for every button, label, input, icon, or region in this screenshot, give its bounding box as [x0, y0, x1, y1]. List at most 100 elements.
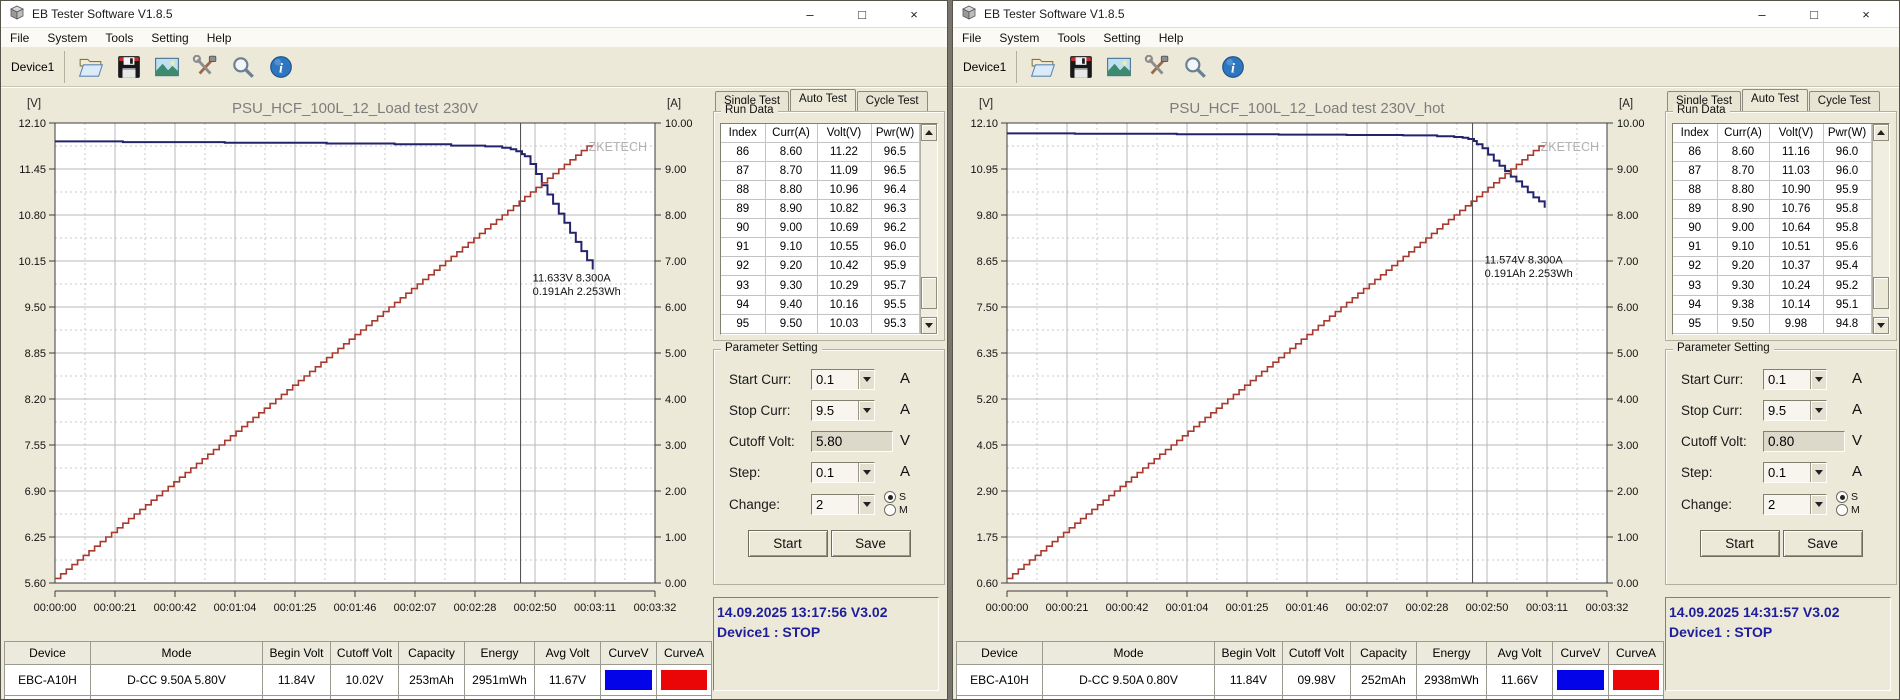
dropdown-arrow-icon[interactable] — [1810, 463, 1826, 482]
app-logo-icon — [9, 5, 25, 24]
zoom-button[interactable] — [1179, 52, 1211, 82]
summary-column-header: CurveA — [1608, 641, 1664, 665]
step-select[interactable]: 0.1 — [811, 462, 875, 483]
stop-curr-select[interactable]: 9.5 — [1763, 400, 1827, 421]
change-select[interactable]: 2 — [1763, 494, 1827, 515]
dropdown-arrow-icon[interactable] — [858, 463, 874, 482]
info-button[interactable]: i — [1217, 52, 1249, 82]
zoom-button[interactable] — [227, 52, 259, 82]
export-image-button[interactable] — [1103, 52, 1135, 82]
parameter-setting-legend: Parameter Setting — [721, 342, 822, 354]
open-folder-icon — [79, 58, 104, 77]
maximize-button[interactable]: □ — [851, 7, 873, 22]
dropdown-arrow-icon[interactable] — [858, 370, 874, 389]
menu-file[interactable]: File — [1, 31, 38, 45]
scrollbar[interactable] — [1871, 124, 1889, 334]
menu-tools[interactable]: Tools — [96, 31, 142, 45]
chart[interactable]: PSU_HCF_100L_12_Load test 230V [V] [A] 12.1… — [1, 85, 711, 633]
scroll-down-button[interactable] — [920, 317, 937, 334]
save-button[interactable]: Save — [1782, 530, 1863, 557]
close-button[interactable]: × — [1855, 7, 1877, 22]
menu-setting[interactable]: Setting — [1094, 31, 1149, 45]
cutoff-volt-input[interactable]: 0.80 — [1763, 431, 1845, 452]
menu-help[interactable]: Help — [198, 31, 241, 45]
minimize-button[interactable]: – — [1751, 7, 1773, 22]
chart[interactable]: PSU_HCF_100L_12_Load test 230V_hot [V] [A]… — [953, 85, 1663, 633]
tab-auto-test[interactable]: Auto Test — [1742, 89, 1808, 111]
minimize-button[interactable]: – — [799, 7, 821, 22]
cutoff-volt-input[interactable]: 5.80 — [811, 431, 893, 452]
table-row: 89 8.90 10.76 95.8 — [1673, 199, 1872, 220]
maximize-button[interactable]: □ — [1803, 7, 1825, 22]
start-curr-select[interactable]: 0.1 — [1763, 369, 1827, 390]
cutoff-volt-label: Cutoff Volt: — [1681, 434, 1747, 449]
y-right-tick: 3.00 — [665, 440, 686, 452]
scroll-up-button[interactable] — [920, 124, 937, 141]
toolbar: Device1 i — [1, 48, 947, 87]
open-file-button[interactable] — [1027, 52, 1059, 82]
y-right-tick: 4.00 — [1617, 394, 1638, 406]
menu-setting[interactable]: Setting — [142, 31, 197, 45]
radio-seconds[interactable]: S — [884, 491, 908, 503]
status-datetime: 14.09.2025 14:31:57 V3.02 — [1669, 604, 1840, 620]
y-left-tick: 12.10 — [18, 118, 46, 130]
menu-tools[interactable]: Tools — [1048, 31, 1094, 45]
scroll-thumb[interactable] — [920, 277, 937, 309]
chart-title: PSU_HCF_100L_12_Load test 230V_hot — [1169, 100, 1445, 117]
radio-minutes[interactable]: M — [884, 504, 908, 516]
dropdown-arrow-icon[interactable] — [1810, 495, 1826, 514]
dropdown-arrow-icon[interactable] — [1810, 401, 1826, 420]
change-select[interactable]: 2 — [811, 494, 875, 515]
device-selector[interactable]: Device1 — [959, 51, 1018, 83]
window-controls: – □ × — [799, 7, 939, 22]
y-right-tick: 3.00 — [1617, 440, 1638, 452]
menu-system[interactable]: System — [38, 31, 96, 45]
menu-system[interactable]: System — [990, 31, 1048, 45]
y-right-tick: 5.00 — [665, 348, 686, 360]
scrollbar[interactable] — [919, 124, 937, 334]
start-button[interactable]: Start — [1699, 530, 1780, 557]
export-image-button[interactable] — [151, 52, 183, 82]
save-button-toolbar[interactable] — [1065, 52, 1097, 82]
summary-column-header: Begin Volt — [1214, 641, 1283, 665]
change-unit-radios: S M — [1836, 491, 1860, 516]
radio-minutes[interactable]: M — [1836, 504, 1860, 516]
dropdown-arrow-icon[interactable] — [858, 401, 874, 420]
summary-column-header: Cutoff Volt — [1282, 641, 1351, 665]
dropdown-arrow-icon[interactable] — [1810, 370, 1826, 389]
watermark: ZKETECH — [1541, 140, 1599, 154]
tab-auto-test[interactable]: Auto Test — [790, 89, 856, 111]
settings-tools-button[interactable] — [1141, 52, 1173, 82]
summary-empty-row — [4, 695, 712, 699]
x-tick: 00:00:00 — [986, 602, 1029, 614]
tab-cycle-test[interactable]: Cycle Test — [856, 91, 928, 111]
start-button[interactable]: Start — [747, 530, 828, 557]
scroll-track[interactable] — [920, 141, 937, 317]
radio-seconds[interactable]: S — [1836, 491, 1860, 503]
menu-file[interactable]: File — [953, 31, 990, 45]
close-button[interactable]: × — [903, 7, 925, 22]
device-selector[interactable]: Device1 — [7, 51, 66, 83]
run-data-group: Run Data Index Curr(A) Volt(V) Pwr(W) 86 8.6… — [1665, 104, 1897, 341]
info-button[interactable]: i — [265, 52, 297, 82]
scroll-thumb[interactable] — [1872, 277, 1889, 309]
step-select[interactable]: 0.1 — [1763, 462, 1827, 483]
scroll-track[interactable] — [1872, 141, 1889, 317]
dropdown-arrow-icon[interactable] — [858, 495, 874, 514]
tab-cycle-test[interactable]: Cycle Test — [1808, 91, 1880, 111]
unit-label: A — [900, 463, 911, 480]
save-button[interactable]: Save — [830, 530, 911, 557]
scroll-down-button[interactable] — [1872, 317, 1889, 334]
open-file-button[interactable] — [75, 52, 107, 82]
x-tick: 00:01:46 — [1286, 602, 1329, 614]
settings-tools-button[interactable] — [189, 52, 221, 82]
stop-curr-select[interactable]: 9.5 — [811, 400, 875, 421]
menubar: File System Tools Setting Help — [1, 28, 947, 48]
menu-help[interactable]: Help — [1150, 31, 1193, 45]
save-button-toolbar[interactable] — [113, 52, 145, 82]
start-curr-select[interactable]: 0.1 — [811, 369, 875, 390]
status-device-state: Device1 : STOP — [1669, 623, 1773, 640]
summary-table: Device Mode Begin Volt Cutoff Volt Capacity E… — [956, 641, 1664, 699]
scroll-up-button[interactable] — [1872, 124, 1889, 141]
table-row: 90 9.00 10.64 95.8 — [1673, 218, 1872, 239]
